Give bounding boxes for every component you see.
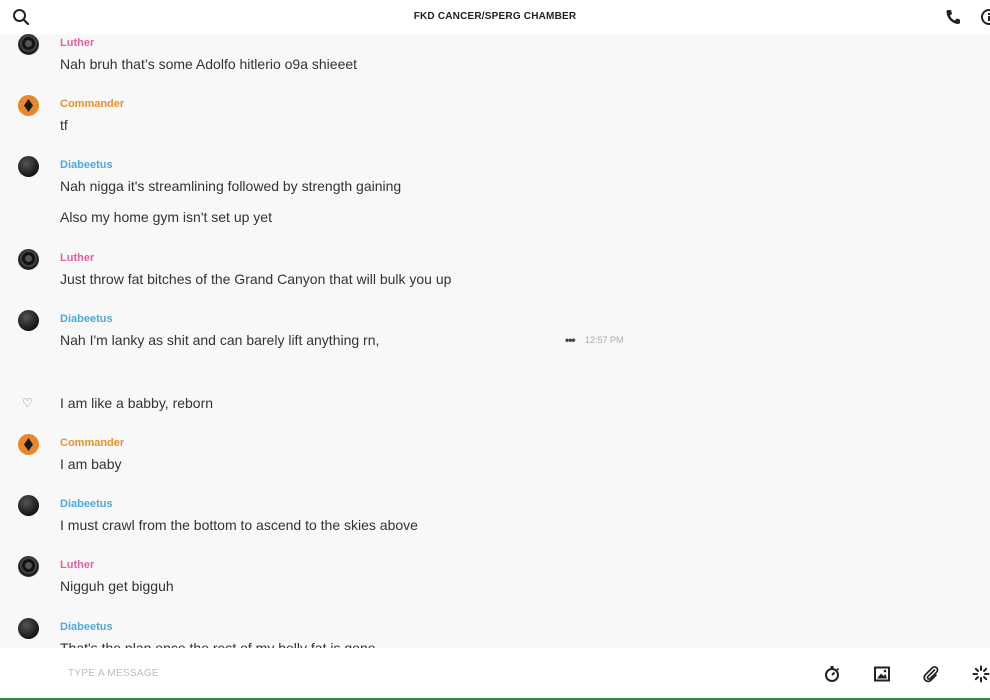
author-name[interactable]: Luther — [60, 559, 94, 571]
author-name[interactable]: Diabeetus — [60, 313, 113, 325]
avatar[interactable] — [18, 495, 39, 516]
message-text: That's the plan once the rest of my bell… — [60, 640, 376, 648]
avatar[interactable] — [18, 95, 39, 116]
message-text: Just throw fat bitches of the Grand Cany… — [60, 271, 452, 287]
message-text: I am like a babby, reborn — [60, 395, 214, 411]
heart-icon[interactable]: ♡ — [22, 396, 33, 410]
message-text: I am baby — [60, 456, 122, 472]
author-name[interactable]: Luther — [60, 37, 94, 49]
chat-header: FKD CANCER/SPERG CHAMBER — [0, 0, 990, 34]
message-text: Nah bruh that’s some Adolfo hitlerio o9a… — [60, 56, 358, 72]
message-composer: TYPE A MESSAGE — [0, 648, 990, 700]
message-text: Nigguh get bigguh — [60, 578, 174, 594]
sparkle-icon[interactable] — [972, 665, 990, 683]
author-name[interactable]: Diabeetus — [60, 498, 113, 510]
image-icon[interactable] — [873, 665, 891, 683]
avatar[interactable] — [18, 618, 39, 639]
phone-icon[interactable] — [944, 8, 962, 26]
message-text: I must crawl from the bottom to ascend t… — [60, 517, 418, 533]
author-name[interactable]: Luther — [60, 252, 94, 264]
avatar[interactable] — [18, 556, 39, 577]
avatar[interactable] — [18, 249, 39, 270]
message-menu-icon[interactable]: ••• — [565, 333, 576, 347]
message-text: tf — [60, 117, 68, 133]
author-name[interactable]: Diabeetus — [60, 621, 113, 633]
message-list[interactable]: Luther Nah bruh that’s some Adolfo hitle… — [0, 34, 990, 648]
chat-title: FKD CANCER/SPERG CHAMBER — [413, 11, 577, 22]
stopwatch-icon[interactable] — [823, 665, 841, 683]
author-name[interactable]: Diabeetus — [60, 159, 113, 171]
avatar[interactable] — [18, 310, 39, 331]
info-icon[interactable] — [980, 8, 990, 26]
avatar[interactable] — [18, 434, 39, 455]
author-name[interactable]: Commander — [60, 98, 124, 110]
message-text: Nah nigga it's streamlining followed by … — [60, 178, 402, 194]
message-text: Also my home gym isn't set up yet — [60, 209, 272, 225]
author-name[interactable]: Commander — [60, 437, 124, 449]
avatar[interactable] — [18, 34, 39, 55]
message-input[interactable]: TYPE A MESSAGE — [68, 668, 159, 679]
avatar[interactable] — [18, 156, 39, 177]
message-text: Nah I'm lanky as shit and can barely lif… — [60, 332, 380, 348]
message-timestamp: 12:57 PM — [585, 335, 624, 345]
paperclip-icon[interactable] — [922, 665, 940, 683]
